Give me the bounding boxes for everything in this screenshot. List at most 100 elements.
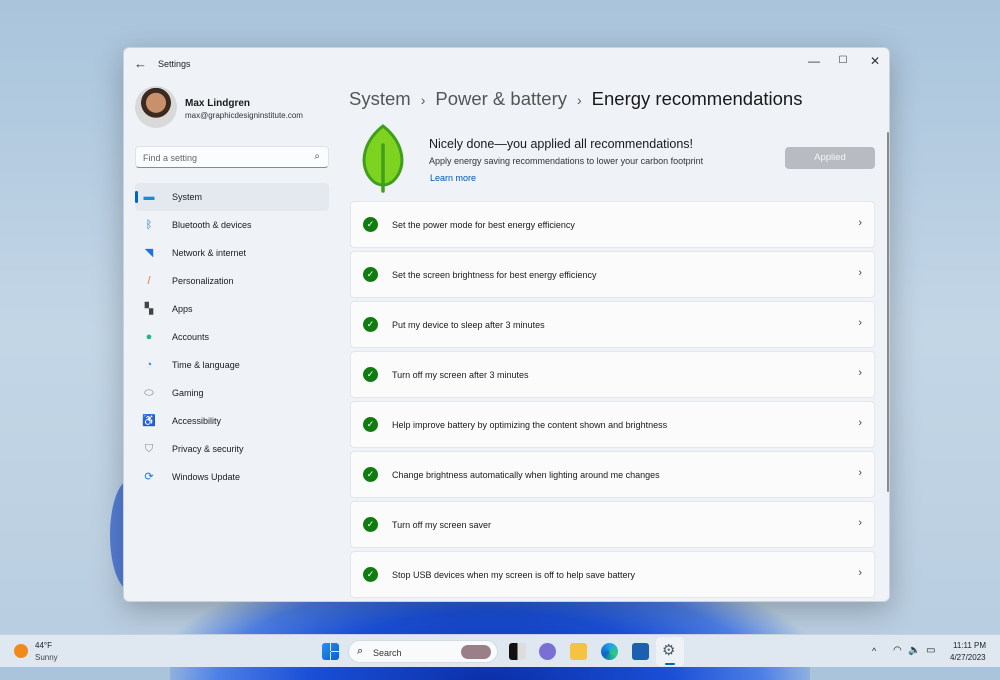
sidebar-item-apps[interactable]: ▚ Apps <box>135 295 329 323</box>
breadcrumb-power-battery[interactable]: Power & battery <box>435 88 567 109</box>
search-icon: ⌕ <box>357 645 364 657</box>
recommendation-label: Help improve battery by optimizing the c… <box>392 419 668 430</box>
recommendation-row[interactable]: ✓ Change brightness automatically when li… <box>350 451 875 498</box>
sun-icon[interactable] <box>14 644 28 658</box>
maximize-button[interactable]: ☐ <box>828 55 858 66</box>
checkmark-icon: ✓ <box>363 567 378 582</box>
sidebar-item-time-language[interactable]: ◔ Time & language <box>135 351 329 379</box>
store-icon[interactable] <box>632 643 649 660</box>
learn-more-link[interactable]: Learn more <box>430 173 476 183</box>
accessibility-icon: ♿ <box>142 415 156 427</box>
active-indicator <box>665 663 675 665</box>
sidebar-item-label: Personalization <box>172 276 234 286</box>
title-bar: ← Settings — ☐ ✕ <box>124 48 889 80</box>
leaf-icon <box>362 124 404 193</box>
file-explorer-icon[interactable] <box>570 643 587 660</box>
sidebar-item-label: Time & language <box>172 360 240 370</box>
hippo-icon <box>461 645 491 659</box>
sidebar-item-label: Gaming <box>172 388 204 398</box>
chevron-right-icon: › <box>858 367 862 379</box>
hero-title: Nicely done—you applied all recommendati… <box>429 137 694 151</box>
user-name: Max Lindgren <box>185 98 251 109</box>
recommendation-label: Set the power mode for best energy effic… <box>392 219 575 230</box>
scrollbar[interactable] <box>887 132 889 492</box>
update-icon: ⟳ <box>144 471 154 483</box>
hero-subtitle: Apply energy saving recommendations to l… <box>429 156 704 166</box>
recommendation-row[interactable]: ✓ Set the power mode for best energy effi… <box>350 201 875 248</box>
chevron-right-icon: › <box>858 317 862 329</box>
avatar[interactable] <box>135 86 177 128</box>
sidebar-nav: ▬ System ᛒ Bluetooth & devices ◥ Network & in… <box>135 183 329 491</box>
recommendation-row[interactable]: ✓ Put my device to sleep after 3 minutes › <box>350 301 875 348</box>
close-button[interactable]: ✕ <box>860 54 889 68</box>
task-view-icon[interactable] <box>509 643 526 660</box>
recommendation-label: Turn off my screen after 3 minutes <box>392 369 529 380</box>
app-title: Settings <box>158 59 191 69</box>
sidebar-item-system[interactable]: ▬ System <box>135 183 329 211</box>
breadcrumb-system[interactable]: System <box>349 88 411 109</box>
clock-date[interactable]: 4/27/2023 <box>950 653 986 662</box>
recommendation-row[interactable]: ✓ Turn off my screen after 3 minutes › <box>350 351 875 398</box>
recommendation-row[interactable]: ✓ Stop USB devices when my screen is off … <box>350 551 875 598</box>
settings-taskbar-button[interactable]: ⚙ <box>656 637 684 666</box>
gear-icon: ⚙ <box>662 642 676 659</box>
sidebar-item-personalization[interactable]: / Personalization <box>135 267 329 295</box>
sidebar-item-gaming[interactable]: ⬭ Gaming <box>135 379 329 407</box>
settings-window: ← Settings — ☐ ✕ Max Lindgren max@graphi… <box>123 47 890 602</box>
recommendation-row[interactable]: ✓ Help improve battery by optimizing the … <box>350 401 875 448</box>
checkmark-icon: ✓ <box>363 467 378 482</box>
weather-temp[interactable]: 44°F <box>35 641 52 650</box>
recommendation-label: Put my device to sleep after 3 minutes <box>392 319 545 330</box>
globe-clock-icon: ◔ <box>145 359 153 371</box>
sidebar-item-privacy-security[interactable]: ⛉ Privacy & security <box>135 435 329 463</box>
battery-icon[interactable]: ▭ <box>926 645 935 656</box>
search-icon: ⌕ <box>314 151 320 162</box>
sidebar-item-label: Network & internet <box>172 248 247 258</box>
checkmark-icon: ✓ <box>363 417 378 432</box>
user-email: max@graphicdesigninstitute.com <box>185 111 303 120</box>
sidebar-item-windows-update[interactable]: ⟳ Windows Update <box>135 463 329 491</box>
shield-icon: ⛉ <box>144 443 154 455</box>
minimize-button[interactable]: — <box>799 54 829 68</box>
search-input[interactable]: Find a setting ⌕ <box>135 146 329 168</box>
chevron-right-icon: › <box>858 467 862 479</box>
taskbar-search-label: Search <box>373 648 402 658</box>
clock-time[interactable]: 11:11 PM <box>953 641 986 650</box>
sidebar-item-label: Accounts <box>172 332 210 342</box>
chevron-right-icon: › <box>858 517 862 529</box>
sidebar-item-accounts[interactable]: ● Accounts <box>135 323 329 351</box>
back-arrow-icon[interactable]: ← <box>134 56 147 71</box>
gamepad-icon: ⬭ <box>144 387 154 399</box>
sidebar-item-bluetooth-devices[interactable]: ᛒ Bluetooth & devices <box>135 211 329 239</box>
chevron-right-icon: › <box>576 92 582 108</box>
volume-icon[interactable]: 🔈 <box>908 645 920 656</box>
recommendation-label: Set the screen brightness for best energ… <box>392 269 597 280</box>
recommendation-row[interactable]: ✓ Turn off my screen saver › <box>350 501 875 548</box>
person-icon: ● <box>145 331 153 343</box>
recommendation-label: Change brightness automatically when lig… <box>392 469 660 480</box>
chevron-up-icon[interactable]: ^ <box>872 646 876 656</box>
sidebar-item-network-internet[interactable]: ◥ Network & internet <box>135 239 329 267</box>
wifi-icon[interactable]: ◠ <box>893 645 902 656</box>
recommendation-list: ✓ Set the power mode for best energy effi… <box>350 201 875 601</box>
edge-icon[interactable] <box>601 643 618 660</box>
monitor-icon: ▬ <box>143 191 155 203</box>
checkmark-icon: ✓ <box>363 217 378 232</box>
chat-icon[interactable] <box>539 643 556 660</box>
applied-button[interactable]: Applied <box>785 147 875 169</box>
wifi-icon: ◥ <box>144 247 154 259</box>
recommendation-row[interactable]: ✓ Set the screen brightness for best ener… <box>350 251 875 298</box>
taskbar-search[interactable]: ⌕ Search <box>348 640 498 663</box>
weather-desc[interactable]: Sunny <box>35 653 58 662</box>
checkmark-icon: ✓ <box>363 517 378 532</box>
sidebar-item-label: Accessibility <box>172 416 222 426</box>
sidebar-item-label: Windows Update <box>172 472 241 482</box>
recommendation-label: Turn off my screen saver <box>392 519 492 530</box>
start-icon[interactable] <box>322 643 339 660</box>
chevron-right-icon: › <box>858 217 862 229</box>
sidebar-item-label: System <box>172 192 203 202</box>
sidebar-item-accessibility[interactable]: ♿ Accessibility <box>135 407 329 435</box>
checkmark-icon: ✓ <box>363 267 378 282</box>
sidebar-item-label: Bluetooth & devices <box>172 220 252 230</box>
page-title: Energy recommendations <box>591 88 803 109</box>
